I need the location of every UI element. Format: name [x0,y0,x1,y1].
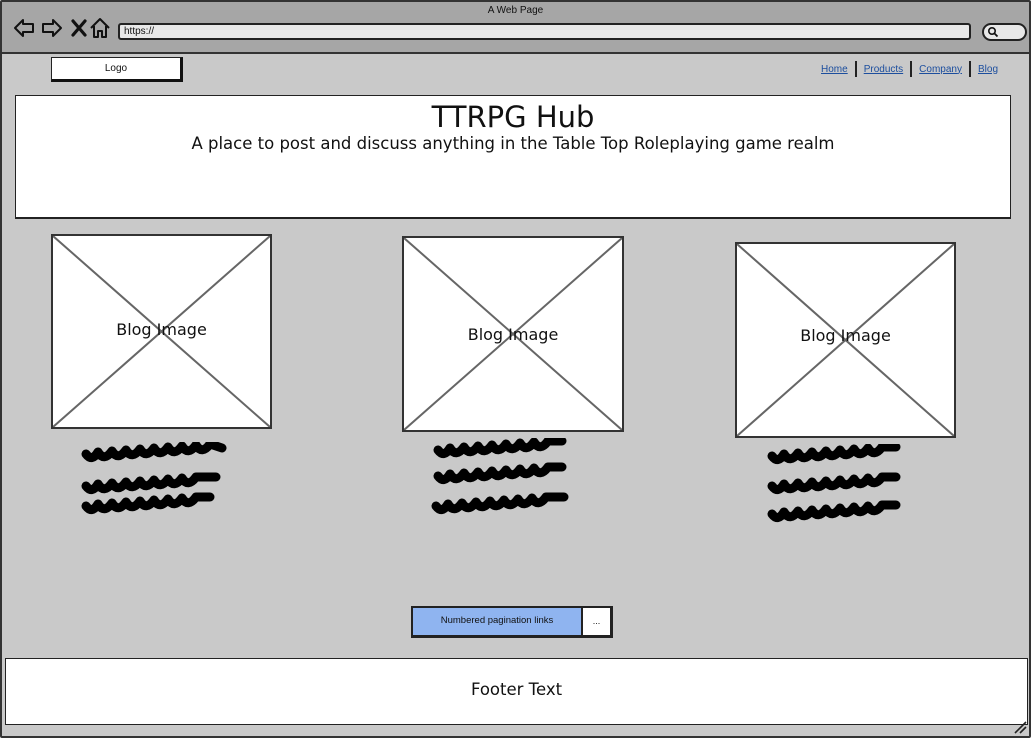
url-input[interactable]: https:// [118,23,971,40]
blog-image-placeholder[interactable]: Blog Image [402,236,624,432]
site-nav: Home Products Company Blog [814,61,1005,77]
pagination-numbered-links[interactable]: Numbered pagination links [413,608,583,635]
back-icon[interactable] [12,16,36,40]
nav-link-home[interactable]: Home [814,64,855,75]
nav-link-blog[interactable]: Blog [971,64,1005,75]
pagination: Numbered pagination links ... [411,606,613,638]
blog-image-label: Blog Image [116,320,207,339]
pagination-more-button[interactable]: ... [583,608,610,635]
blog-image-label: Blog Image [800,326,891,345]
browser-window: A Web Page https:// Logo Home Products C… [0,0,1031,738]
blog-image-placeholder[interactable]: Blog Image [735,242,956,438]
page-title: TTRPG Hub [431,100,595,134]
nav-link-company[interactable]: Company [912,64,969,75]
hero-banner: TTRPG Hub A place to post and discuss an… [15,95,1011,219]
footer-text: Footer Text [470,680,563,699]
forward-icon[interactable] [40,16,64,40]
browser-titlebar: A Web Page https:// [2,2,1029,54]
blog-excerpt-scribble [431,438,569,514]
page-subtitle: A place to post and discuss anything in … [191,134,835,153]
home-icon[interactable] [88,16,112,40]
blog-image-label: Blog Image [467,325,559,344]
nav-link-products[interactable]: Products [857,64,910,75]
blog-excerpt-scribble [81,442,227,514]
window-title: A Web Page [487,5,544,16]
blog-excerpt-scribble [767,444,901,522]
search-field[interactable] [982,23,1027,41]
search-icon [987,26,999,38]
site-logo[interactable]: Logo [51,57,183,82]
resize-grip-icon[interactable] [1013,720,1027,734]
blog-image-placeholder[interactable]: Blog Image [51,234,272,429]
page-footer: Footer Text [5,658,1028,725]
